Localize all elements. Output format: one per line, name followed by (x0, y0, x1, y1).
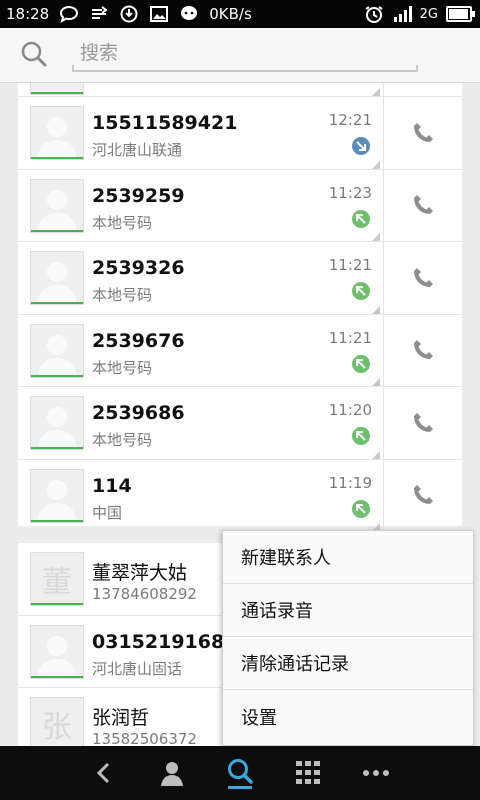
search-input[interactable] (72, 38, 418, 68)
more-dots-icon (363, 770, 389, 776)
dial-button[interactable] (384, 170, 462, 242)
avatar (30, 83, 84, 95)
status-bar: 18:28 0KB/s 2G (0, 0, 480, 28)
call-time: 11:21 (328, 256, 372, 274)
call-time: 12:21 (328, 111, 372, 129)
call-name: 114 (92, 474, 132, 497)
call-name: 2539676 (92, 329, 185, 352)
search-field[interactable] (72, 38, 418, 72)
phone-icon (414, 485, 433, 505)
recent-calls-card: 15511589421 河北唐山联通 12:21 2539259 本地号码 11… (18, 83, 462, 531)
contact-name: 03152191685 (92, 630, 238, 653)
call-row[interactable]: 114 中国 11:19 (18, 459, 462, 532)
phone-icon (414, 195, 433, 215)
avatar (30, 251, 84, 305)
avatar: 张 (30, 697, 84, 746)
menu-item-call-recording[interactable]: 通话录音 (223, 584, 473, 637)
dialpad-tab[interactable] (278, 746, 338, 800)
bottom-nav (0, 746, 480, 800)
call-location: 本地号码 (92, 286, 153, 304)
menu-item-new-contact[interactable]: 新建联系人 (223, 531, 473, 584)
back-arrow-icon (96, 762, 110, 784)
dialpad-icon (296, 761, 320, 784)
avatar (30, 323, 84, 378)
avatar (30, 468, 84, 523)
dial-button[interactable] (384, 315, 462, 387)
call-name: 15511589421 (92, 112, 238, 134)
call-location: 河北唐山联通 (92, 141, 183, 159)
person-icon (161, 762, 183, 786)
chat-bubble-icon (60, 6, 79, 23)
image-icon (150, 6, 169, 22)
avatar-initial: 张 (42, 710, 72, 745)
contact-phone: 河北唐山固话 (92, 659, 183, 678)
phone-icon (414, 340, 433, 360)
dial-button[interactable] (384, 97, 462, 169)
incoming-call-icon (352, 137, 370, 155)
battery-icon (446, 6, 475, 22)
more-button[interactable] (346, 746, 406, 800)
outgoing-call-icon (352, 427, 370, 445)
download-icon (120, 5, 138, 23)
avatar (30, 624, 84, 679)
dial-button[interactable] (384, 460, 462, 532)
swipe-icon (92, 6, 108, 19)
call-row[interactable]: 2539676 本地号码 11:21 (18, 314, 462, 387)
call-time: 11:21 (328, 328, 372, 347)
avatar: 董 (30, 552, 84, 606)
network-type: 2G (419, 6, 438, 22)
contact-phone: 13582506372 (92, 730, 197, 746)
phone-icon (414, 412, 433, 432)
contact-name: 董翠萍大姑 (92, 562, 188, 584)
search-bar (0, 28, 480, 83)
menu-item-settings[interactable]: 设置 (223, 690, 473, 743)
signal-icon (393, 6, 412, 22)
call-row[interactable]: 2539259 本地号码 11:23 (18, 169, 462, 242)
search-icon[interactable] (20, 40, 48, 68)
search-tab[interactable] (210, 746, 270, 800)
call-row[interactable] (18, 83, 462, 97)
dial-button[interactable] (384, 387, 462, 459)
call-time: 11:19 (328, 473, 372, 492)
phone-icon (414, 122, 433, 142)
message-icon (181, 6, 198, 20)
outgoing-call-icon (352, 282, 370, 300)
call-time: 11:23 (328, 183, 372, 202)
outgoing-call-icon (352, 354, 370, 373)
call-location: 中国 (92, 503, 123, 522)
avatar (30, 396, 84, 450)
menu-item-clear-call-log[interactable]: 清除通话记录 (223, 637, 473, 690)
phone-icon (414, 267, 433, 287)
contacts-tab[interactable] (142, 746, 202, 800)
call-name: 2539326 (92, 257, 185, 279)
call-location: 本地号码 (92, 213, 153, 232)
contact-phone: 13784608292 (92, 585, 197, 603)
call-name: 2539686 (92, 402, 185, 424)
avatar (30, 178, 84, 233)
call-row[interactable]: 2539686 本地号码 11:20 (18, 387, 462, 460)
contact-name: 张润哲 (92, 707, 150, 729)
options-menu: 新建联系人 通话录音 清除通话记录 设置 (222, 530, 474, 746)
search-icon (228, 759, 253, 789)
call-name: 2539259 (92, 184, 185, 207)
call-row[interactable]: 15511589421 河北唐山联通 12:21 (18, 97, 462, 170)
avatar-initial: 董 (42, 565, 72, 600)
network-speed: 0KB/s (209, 5, 252, 23)
outgoing-call-icon (352, 499, 370, 518)
outgoing-call-icon (352, 209, 370, 228)
call-location: 本地号码 (92, 431, 153, 449)
status-time: 18:28 (6, 5, 50, 23)
call-time: 11:20 (328, 401, 372, 419)
avatar (30, 106, 84, 160)
call-row[interactable]: 2539326 本地号码 11:21 (18, 242, 462, 315)
dial-button[interactable] (384, 242, 462, 314)
alarm-icon (365, 6, 383, 23)
back-button[interactable] (74, 746, 134, 800)
call-location: 本地号码 (92, 358, 153, 377)
